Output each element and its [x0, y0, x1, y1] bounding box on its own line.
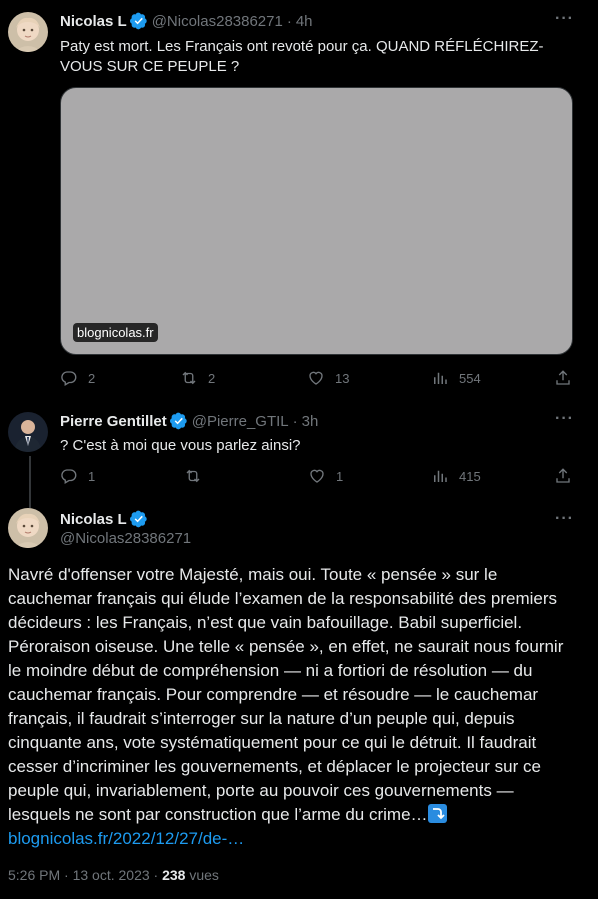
repost-button[interactable]	[184, 467, 212, 485]
tweet-link[interactable]: blognicolas.fr/2022/12/27/de-…	[8, 827, 578, 851]
tweet-body: Navré d'offenser votre Majesté, mais oui…	[8, 563, 578, 851]
verified-badge-icon	[169, 412, 187, 430]
avatar-nicolas[interactable]	[8, 12, 48, 52]
tweet-body-line: le moindre début de compréhension — ni a…	[8, 661, 533, 680]
repost-icon	[186, 469, 200, 483]
tweet-time[interactable]: 3h	[302, 413, 319, 430]
tweet-text-line: VOUS SUR CE PEUPLE ?	[60, 58, 240, 75]
tweet-body-line: décideurs : les Français, n’est que vain…	[8, 613, 523, 632]
reply-count: 2	[88, 370, 96, 386]
author-handle[interactable]: @Nicolas28386271	[60, 530, 191, 547]
views-icon	[434, 372, 447, 384]
tweet-text-line: Paty est mort. Les Français ont revoté p…	[60, 38, 544, 55]
author-name[interactable]: Nicolas L	[60, 13, 127, 30]
tweet-body-line: cauchemar français. Pour comprendre — et…	[8, 685, 539, 704]
repost-count: 2	[208, 370, 216, 386]
separator-dot: ·	[286, 12, 292, 30]
tweet-text: ? C'est à moi que vous parlez ainsi?	[60, 437, 301, 454]
avatar-pierre[interactable]	[8, 412, 48, 452]
tweet-actions: 2 2 13 554	[60, 369, 573, 389]
share-icon	[556, 468, 570, 483]
like-button[interactable]: 1	[308, 467, 343, 485]
tweet-body-line: Péroraison oiseuse. Une telle « pensée »…	[8, 637, 564, 656]
share-icon	[556, 370, 570, 385]
views-icon	[434, 470, 447, 482]
tweet-body-line: Navré d'offenser votre Majesté, mais oui…	[8, 565, 498, 584]
tweet-body-line: cinquante ans, vote systématiquement pou…	[8, 733, 537, 752]
link-card-domain: blognicolas.fr	[73, 323, 158, 342]
tweet-body-line: français, il faudrait s’interroger sur l…	[8, 709, 515, 728]
separator-dot: ·	[292, 412, 298, 430]
reply-count: 1	[88, 468, 96, 484]
author-handle[interactable]: @Nicolas28386271	[152, 13, 283, 30]
tweet-time[interactable]: 4h	[296, 13, 313, 30]
thread-connector	[29, 496, 31, 508]
verified-badge-icon	[129, 510, 147, 528]
tweet-text: Paty est mort. Les Français ont revoté p…	[60, 37, 570, 77]
more-icon[interactable]: ···	[555, 510, 574, 528]
repost-icon	[182, 371, 196, 385]
reply-button[interactable]: 2	[60, 369, 95, 387]
author-handle[interactable]: @Pierre_GTIL	[192, 413, 289, 430]
like-icon	[309, 371, 323, 385]
views-button[interactable]: 554	[431, 369, 481, 387]
like-button[interactable]: 13	[307, 369, 349, 387]
tweet-1[interactable]: Nicolas L @Nicolas28386271 · 4h ··· Paty…	[0, 0, 598, 400]
tweet-header: Nicolas L @Nicolas28386271 · 4h	[60, 12, 313, 30]
link-card-media[interactable]: blognicolas.fr	[60, 87, 573, 355]
like-count: 1	[336, 468, 344, 484]
tweet-actions: 1 1 415	[60, 467, 573, 487]
tweet-body-last-line: lesquels ne sont par construction que l’…	[8, 803, 578, 827]
views-button[interactable]: 415	[431, 467, 481, 485]
more-icon[interactable]: ···	[555, 410, 574, 428]
tweet-3-focused: Nicolas L @Nicolas28386271 ··· Navré d'o…	[0, 496, 598, 899]
avatar-nicolas[interactable]	[8, 508, 48, 548]
like-count: 13	[335, 370, 350, 386]
tweet-meta: 5:26 PM · 13 oct. 2023 · 238 vues	[8, 867, 219, 883]
tweet-body-line: lesquels ne sont par construction que l’…	[8, 805, 428, 824]
right-arrow-curving-down-icon	[427, 804, 447, 823]
more-icon[interactable]: ···	[555, 10, 574, 28]
view-count: 238	[162, 867, 186, 883]
tweet-header: Pierre Gentillet @Pierre_GTIL · 3h	[60, 412, 318, 430]
reply-icon	[61, 371, 77, 386]
share-button[interactable]	[554, 369, 572, 387]
views-count: 415	[459, 468, 481, 484]
author-name[interactable]: Nicolas L	[60, 511, 127, 528]
views-label: vues	[185, 867, 219, 883]
tweet-body-line: cesser d’incriminer les gouvernements, e…	[8, 757, 541, 776]
author-block: Nicolas L @Nicolas28386271	[60, 510, 191, 548]
thread-connector	[29, 456, 31, 496]
repost-button[interactable]: 2	[180, 369, 215, 387]
verified-badge-icon	[129, 12, 147, 30]
reply-icon	[61, 469, 77, 484]
share-button[interactable]	[554, 467, 572, 485]
views-count: 554	[459, 370, 481, 386]
reply-button[interactable]: 1	[60, 467, 95, 485]
author-name[interactable]: Pierre Gentillet	[60, 413, 167, 430]
tweet-body-line: peuple qui, invariablement, porte au pou…	[8, 781, 514, 800]
tweet-date[interactable]: 5:26 PM · 13 oct. 2023 ·	[8, 867, 162, 883]
tweet-2[interactable]: Pierre Gentillet @Pierre_GTIL · 3h ··· ?…	[0, 400, 598, 496]
tweet-body-line: cauchemar français qui élude l’examen de…	[8, 589, 558, 608]
like-icon	[310, 469, 324, 483]
